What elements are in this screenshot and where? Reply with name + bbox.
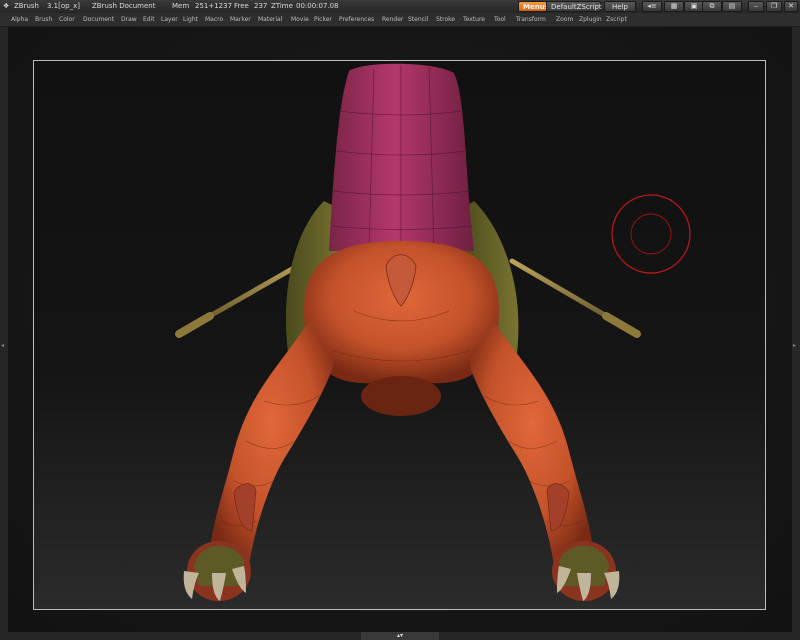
menu-marker[interactable]: Marker	[230, 13, 251, 26]
document-canvas[interactable]	[33, 60, 766, 610]
left-leg	[209, 321, 334, 578]
menu-color[interactable]: Color	[59, 13, 75, 26]
menu-zoom[interactable]: Zoom	[556, 13, 573, 26]
menu-picker[interactable]: Picker	[314, 13, 332, 26]
title-bar: ❖ ZBrush 3.1[op_x] ZBrush Document Mem 2…	[0, 0, 800, 13]
save-icon[interactable]: ▤	[722, 1, 742, 12]
restore-icon[interactable]: ❐	[766, 1, 782, 12]
menu-alpha[interactable]: Alpha	[11, 13, 28, 26]
mem-label: Mem	[172, 2, 190, 10]
canvas-area[interactable]	[8, 27, 792, 632]
interface-layout-icon[interactable]: ▣	[684, 1, 704, 12]
sculpt-model[interactable]	[34, 61, 766, 610]
right-rod	[509, 258, 641, 338]
ztime-value: 00:00:07.08	[296, 2, 339, 10]
menu-preferences[interactable]: Preferences	[339, 13, 374, 26]
menu-brush[interactable]: Brush	[35, 13, 52, 26]
menu-zscript[interactable]: Zscript	[606, 13, 627, 26]
ztime-label: ZTime	[271, 2, 293, 10]
left-tray-handle[interactable]: ◂	[0, 27, 8, 632]
free-label: Free	[234, 2, 249, 10]
menu-stencil[interactable]: Stencil	[408, 13, 428, 26]
menu-stroke[interactable]: Stroke	[436, 13, 455, 26]
menu-tool[interactable]: Tool	[494, 13, 506, 26]
menu-light[interactable]: Light	[183, 13, 198, 26]
menu-draw[interactable]: Draw	[121, 13, 137, 26]
menu-layer[interactable]: Layer	[161, 13, 178, 26]
layout-toggle-icon[interactable]: ◂≡	[642, 1, 662, 12]
close-icon[interactable]: ✕	[784, 1, 798, 12]
minimize-icon[interactable]: ‒	[748, 1, 764, 12]
menu-document[interactable]: Document	[83, 13, 114, 26]
swatch-icon[interactable]: ▦	[664, 1, 684, 12]
brush-cursor	[611, 194, 691, 274]
menu-macro[interactable]: Macro	[205, 13, 223, 26]
menu-transform[interactable]: Transform	[516, 13, 546, 26]
right-tray-handle[interactable]: ▸	[792, 27, 800, 632]
bottom-tray: ▴▾	[0, 632, 800, 640]
menu-edit[interactable]: Edit	[143, 13, 155, 26]
expand-left-icon[interactable]: ◂	[1, 342, 4, 349]
menu-render[interactable]: Render	[382, 13, 403, 26]
menu-material[interactable]: Material	[258, 13, 282, 26]
bottom-tray-toggle-icon[interactable]: ▴▾	[361, 632, 439, 640]
torso	[329, 63, 474, 251]
right-leg	[469, 321, 594, 578]
menu-movie[interactable]: Movie	[291, 13, 309, 26]
zbrush-logo-icon: ❖	[3, 2, 10, 10]
app-version: 3.1[op_x]	[47, 2, 80, 10]
belly	[361, 376, 441, 416]
document-name: ZBrush Document	[92, 2, 156, 10]
help-button[interactable]: Help	[604, 1, 636, 12]
default-zscript-button[interactable]: DefaultZScript	[546, 1, 602, 12]
menu-bar: Alpha Brush Color Document Draw Edit Lay…	[0, 13, 800, 27]
copy-icon[interactable]: ⧉	[702, 1, 722, 12]
menu-texture[interactable]: Texture	[463, 13, 485, 26]
app-name: ZBrush	[14, 2, 39, 10]
free-value: 237	[254, 2, 268, 10]
expand-right-icon[interactable]: ▸	[793, 342, 796, 349]
mem-value: 251+1237	[195, 2, 233, 10]
menu-zplugin[interactable]: Zplugin	[579, 13, 602, 26]
